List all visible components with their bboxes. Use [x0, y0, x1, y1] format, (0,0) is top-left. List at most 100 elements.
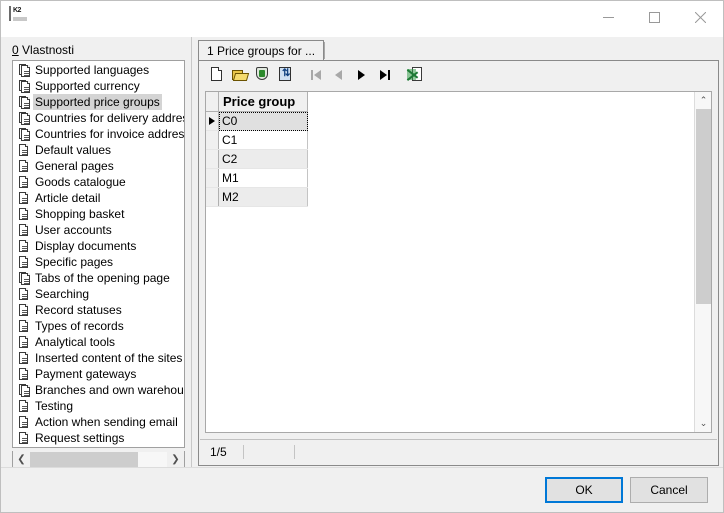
row-indicator-cell[interactable] — [206, 150, 219, 169]
open-record-button[interactable] — [228, 64, 251, 86]
tree-item[interactable]: Default values — [13, 142, 184, 158]
document-icon — [19, 336, 30, 349]
tree-item-label: Payment gateways — [35, 366, 136, 382]
tree-item[interactable]: Inserted content of the sites — [13, 350, 184, 366]
tree-item[interactable]: Article detail — [13, 190, 184, 206]
price-group-grid[interactable]: Price group C0C1C2M1M2 ⌃ ⌄ — [205, 91, 712, 433]
table-cell[interactable]: C1 — [219, 131, 308, 150]
document-icon — [19, 368, 30, 381]
tree-item-label: Supported languages — [35, 62, 149, 78]
first-record-icon — [311, 70, 321, 80]
refresh-record-button[interactable]: ⇅ — [274, 64, 297, 86]
grid-body: C0C1C2M1M2 — [206, 112, 308, 207]
document-multi-icon — [19, 384, 30, 397]
cancel-button[interactable]: Cancel — [630, 477, 708, 503]
tree-item-label: Action when sending email — [35, 414, 178, 430]
tree-item[interactable]: Specific pages — [13, 254, 184, 270]
tree-item[interactable]: Action when sending email — [13, 414, 184, 430]
document-multi-icon — [19, 128, 30, 141]
tree-item[interactable]: Display documents — [13, 238, 184, 254]
grid-vertical-scrollbar[interactable]: ⌃ ⌄ — [694, 92, 711, 432]
tree-item[interactable]: Types of records — [13, 318, 184, 334]
table-cell[interactable]: M1 — [219, 169, 308, 188]
new-record-button[interactable] — [205, 64, 228, 86]
table-cell[interactable]: C0 — [219, 112, 308, 131]
column-header-price-group[interactable]: Price group — [219, 92, 308, 112]
tree-item[interactable]: Request settings — [13, 430, 184, 446]
tree-item[interactable]: Supported currency — [13, 78, 184, 94]
tree-item[interactable]: User accounts — [13, 222, 184, 238]
scroll-down-icon[interactable]: ⌄ — [695, 415, 712, 432]
tree-item[interactable]: Supported languages — [13, 62, 184, 78]
tree-item-label: Countries for delivery addresses — [35, 110, 185, 126]
table-row[interactable]: C1 — [206, 131, 308, 150]
export-excel-button[interactable] — [403, 64, 426, 86]
tree-item[interactable]: Goods catalogue — [13, 174, 184, 190]
properties-label-text: Vlastnosti — [19, 43, 74, 57]
lock-record-button[interactable] — [251, 64, 274, 86]
document-icon — [19, 352, 30, 365]
tree-item-label: Request settings — [35, 430, 124, 446]
properties-horizontal-scrollbar[interactable]: ❮ ❯ — [12, 451, 185, 468]
tree-item[interactable]: Payment gateways — [13, 366, 184, 382]
hscroll-track[interactable] — [30, 452, 167, 467]
row-indicator-cell[interactable] — [206, 112, 219, 131]
properties-tree[interactable]: Supported languagesSupported currencySup… — [12, 60, 185, 448]
tree-item[interactable]: Testing — [13, 398, 184, 414]
shield-icon — [256, 67, 269, 82]
tree-item[interactable]: General pages — [13, 158, 184, 174]
tree-item[interactable]: Countries for invoice addresses — [13, 126, 184, 142]
document-multi-icon — [19, 64, 30, 77]
tree-item-label: Searching — [35, 286, 89, 302]
tree-item[interactable]: Shopping basket — [13, 206, 184, 222]
tree-item-label: General pages — [35, 158, 114, 174]
tree-item[interactable]: Countries for delivery addresses — [13, 110, 184, 126]
first-record-button[interactable] — [304, 64, 327, 86]
document-icon — [19, 288, 30, 301]
properties-panel: 0 Vlastnosti Supported languagesSupporte… — [1, 37, 192, 468]
tree-item[interactable]: Record statuses — [13, 302, 184, 318]
last-record-icon — [380, 70, 390, 80]
tree-item-label: Default values — [35, 142, 111, 158]
table-row[interactable]: M1 — [206, 169, 308, 188]
scroll-right-icon[interactable]: ❯ — [167, 452, 184, 467]
tree-item-label: Shopping basket — [35, 206, 124, 222]
row-indicator-cell[interactable] — [206, 131, 219, 150]
next-record-button[interactable] — [350, 64, 373, 86]
scroll-up-icon[interactable]: ⌃ — [695, 92, 712, 109]
last-record-button[interactable] — [373, 64, 396, 86]
tree-item[interactable]: Searching — [13, 286, 184, 302]
grid-inner: Price group C0C1C2M1M2 — [206, 92, 694, 432]
ok-button[interactable]: OK — [545, 477, 623, 503]
minimize-icon[interactable] — [585, 1, 631, 33]
open-folder-icon — [232, 68, 248, 82]
hscroll-thumb[interactable] — [30, 452, 138, 467]
tree-item[interactable]: Branches and own warehouses — [13, 382, 184, 398]
maximize-icon[interactable] — [631, 1, 677, 33]
tab-price-groups[interactable]: 1 Price groups for ... — [198, 40, 324, 61]
table-row[interactable]: M2 — [206, 188, 308, 207]
tree-item-label: User accounts — [35, 222, 112, 238]
row-indicator-cell[interactable] — [206, 169, 219, 188]
table-row[interactable]: C0 — [206, 112, 308, 131]
table-cell[interactable]: M2 — [219, 188, 308, 207]
tree-item[interactable]: Tabs of the opening page — [13, 270, 184, 286]
current-row-marker-icon — [209, 117, 215, 125]
refresh-page-icon: ⇅ — [279, 67, 292, 82]
table-row[interactable]: C2 — [206, 150, 308, 169]
document-multi-icon — [19, 272, 30, 285]
tree-item-label: Goods catalogue — [35, 174, 126, 190]
vscroll-thumb[interactable] — [696, 109, 711, 304]
tree-item[interactable]: Supported price groups — [13, 94, 184, 110]
previous-record-button[interactable] — [327, 64, 350, 86]
tree-item[interactable]: Analytical tools — [13, 334, 184, 350]
close-icon[interactable] — [677, 1, 723, 33]
scroll-left-icon[interactable]: ❮ — [13, 452, 30, 467]
tree-item-label: Display documents — [35, 238, 136, 254]
table-cell[interactable]: C2 — [219, 150, 308, 169]
grid-table: Price group C0C1C2M1M2 — [206, 92, 308, 207]
row-indicator-cell[interactable] — [206, 188, 219, 207]
new-document-icon — [211, 67, 223, 82]
window-controls — [585, 1, 723, 33]
document-multi-icon — [19, 112, 30, 125]
